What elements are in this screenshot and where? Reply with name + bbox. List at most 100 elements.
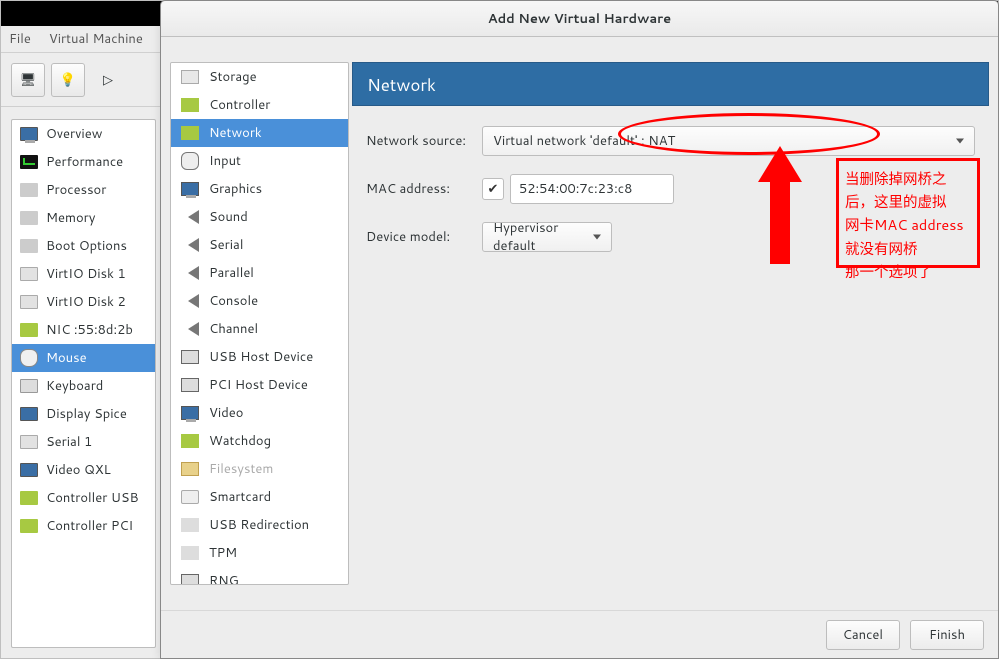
hw-item-rng[interactable]: RNG (171, 567, 348, 585)
mac-address-input[interactable]: 52:54:00:7c:23:c8 (510, 174, 674, 204)
hw-item-graphics[interactable]: Graphics (171, 175, 348, 203)
channel-icon (181, 322, 199, 336)
sidebar-item-controller-usb[interactable]: Controller USB (12, 484, 155, 512)
play-icon: ▷ (103, 71, 113, 89)
controller-icon (20, 491, 38, 505)
hw-item-label: Parallel (209, 264, 254, 282)
sidebar-item-virtio-disk-1[interactable]: VirtIO Disk 1 (12, 260, 155, 288)
sidebar-item-label: Controller USB (46, 489, 139, 507)
video-icon (181, 406, 199, 420)
sidebar-item-mouse[interactable]: Mouse (12, 344, 155, 372)
rng-icon (181, 574, 199, 585)
sidebar-item-nic[interactable]: NIC :55:8d:2b (12, 316, 155, 344)
console-button[interactable]: 🖥 (11, 63, 45, 97)
hw-item-usb-redirection[interactable]: USB Redirection (171, 511, 348, 539)
hw-item-label: RNG (209, 572, 239, 585)
dialog-footer: Cancel Finish (161, 610, 998, 658)
hardware-type-list[interactable]: Storage Controller Network Input Graphic… (170, 62, 349, 585)
hw-item-input[interactable]: Input (171, 147, 348, 175)
config-header-label: Network (367, 73, 436, 97)
network-source-select[interactable]: Virtual network 'default' : NAT (482, 126, 975, 156)
sidebar-item-label: Keyboard (46, 377, 103, 395)
finish-button[interactable]: Finish (910, 620, 984, 650)
console-icon (181, 294, 199, 308)
sidebar-item-controller-pci[interactable]: Controller PCI (12, 512, 155, 540)
mouse-icon (20, 349, 38, 367)
sidebar-item-label: Serial 1 (46, 433, 92, 451)
hw-item-label: TPM (209, 544, 237, 562)
disk-icon (20, 267, 38, 281)
dialog-titlebar[interactable]: Add New Virtual Hardware (161, 1, 998, 37)
hw-item-sound[interactable]: Sound (171, 203, 348, 231)
sidebar-item-display-spice[interactable]: Display Spice (12, 400, 155, 428)
hw-item-label: Console (209, 292, 258, 310)
sidebar-item-keyboard[interactable]: Keyboard (12, 372, 155, 400)
hw-item-label: Controller (209, 96, 270, 114)
performance-icon (20, 155, 38, 169)
sidebar-item-memory[interactable]: Memory (12, 204, 155, 232)
smartcard-icon (181, 490, 199, 504)
serial-icon (181, 238, 199, 252)
hw-item-pci-host-device[interactable]: PCI Host Device (171, 371, 348, 399)
nic-icon (20, 323, 38, 337)
menu-virtual-machine[interactable]: Virtual Machine (49, 30, 143, 48)
controller-icon (181, 98, 199, 112)
device-model-select[interactable]: Hypervisor default (482, 222, 612, 252)
field-device-model: Device model: Hypervisor default (366, 222, 975, 252)
hw-item-parallel[interactable]: Parallel (171, 259, 348, 287)
hw-item-label: Storage (209, 68, 257, 86)
usb-redirection-icon (181, 518, 199, 532)
config-body: Network source: Virtual network 'default… (352, 106, 989, 585)
hw-item-smartcard[interactable]: Smartcard (171, 483, 348, 511)
network-source-value: Virtual network 'default' : NAT (493, 132, 675, 150)
sidebar-item-overview[interactable]: Overview (12, 120, 155, 148)
sidebar-item-performance[interactable]: Performance (12, 148, 155, 176)
sidebar-item-video-qxl[interactable]: Video QXL (12, 456, 155, 484)
config-pane: Network Network source: Virtual network … (352, 62, 989, 585)
hw-item-channel[interactable]: Channel (171, 315, 348, 343)
cancel-button-label: Cancel (843, 626, 883, 644)
device-model-value: Hypervisor default (493, 219, 601, 255)
sidebar-item-serial-1[interactable]: Serial 1 (12, 428, 155, 456)
sidebar-item-virtio-disk-2[interactable]: VirtIO Disk 2 (12, 288, 155, 316)
menu-file[interactable]: File (9, 30, 31, 48)
sound-icon (181, 210, 199, 224)
hw-item-console[interactable]: Console (171, 287, 348, 315)
add-hardware-dialog: Add New Virtual Hardware Storage Control… (160, 0, 999, 659)
controller-icon (20, 519, 38, 533)
cancel-button[interactable]: Cancel (826, 620, 900, 650)
sidebar-item-boot-options[interactable]: Boot Options (12, 232, 155, 260)
hw-item-label: Sound (209, 208, 248, 226)
memory-icon (20, 211, 38, 225)
run-button[interactable]: ▷ (91, 63, 125, 97)
parallel-icon (181, 266, 199, 280)
mac-address-checkbox[interactable] (482, 178, 504, 200)
details-button[interactable]: 💡 (51, 63, 85, 97)
hw-item-storage[interactable]: Storage (171, 63, 348, 91)
tpm-icon (181, 546, 199, 560)
vm-hardware-sidebar[interactable]: Overview Performance Processor Memory Bo… (11, 119, 156, 648)
config-header: Network (352, 62, 989, 106)
hw-item-label: Watchdog (209, 432, 271, 450)
sidebar-item-processor[interactable]: Processor (12, 176, 155, 204)
hw-item-video[interactable]: Video (171, 399, 348, 427)
disk-icon (181, 70, 199, 84)
sidebar-item-label: Overview (46, 125, 102, 143)
hw-item-controller[interactable]: Controller (171, 91, 348, 119)
field-mac-address: MAC address: 52:54:00:7c:23:c8 (366, 174, 975, 204)
hw-item-tpm[interactable]: TPM (171, 539, 348, 567)
sidebar-item-label: Performance (46, 153, 123, 171)
monitor-icon: 🖥 (20, 71, 37, 89)
chevron-down-icon (956, 139, 964, 144)
bulb-icon: 💡 (60, 71, 76, 89)
hw-item-serial[interactable]: Serial (171, 231, 348, 259)
hw-item-network[interactable]: Network (171, 119, 348, 147)
hw-item-usb-host-device[interactable]: USB Host Device (171, 343, 348, 371)
sidebar-item-label: VirtIO Disk 1 (46, 265, 126, 283)
hw-item-label: Video (209, 404, 243, 422)
hw-item-watchdog[interactable]: Watchdog (171, 427, 348, 455)
pci-icon (181, 378, 199, 392)
device-model-label: Device model: (366, 228, 482, 246)
keyboard-icon (20, 379, 38, 393)
hw-item-label: USB Redirection (209, 516, 309, 534)
